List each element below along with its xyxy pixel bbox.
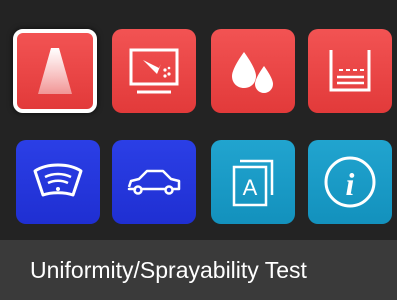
spray-cone-icon [38, 48, 72, 94]
tile-windshield-washer[interactable] [16, 140, 100, 224]
tile-language[interactable]: A [211, 140, 295, 224]
droplets-icon [232, 52, 273, 93]
spray-on-screen-icon [129, 48, 179, 94]
car-icon [127, 169, 181, 195]
tile-spray-pattern[interactable] [112, 29, 196, 113]
windshield-washer-icon [33, 163, 83, 197]
tile-droplets[interactable] [211, 29, 295, 113]
tile-beaker[interactable] [308, 29, 392, 113]
beaker-icon [329, 50, 371, 92]
language-a-glyph: A [243, 175, 258, 200]
selected-item-label: Uniformity/Sprayability Test [30, 256, 307, 283]
info-icon: i [324, 156, 376, 208]
tile-info[interactable]: i [308, 140, 392, 224]
info-glyph: i [346, 166, 355, 202]
tile-vehicle[interactable] [112, 140, 196, 224]
status-bar: Uniformity/Sprayability Test [0, 240, 397, 300]
language-a-icon: A [232, 159, 274, 207]
tile-spray-uniformity[interactable] [13, 29, 97, 113]
menu-grid: A i [0, 0, 397, 238]
